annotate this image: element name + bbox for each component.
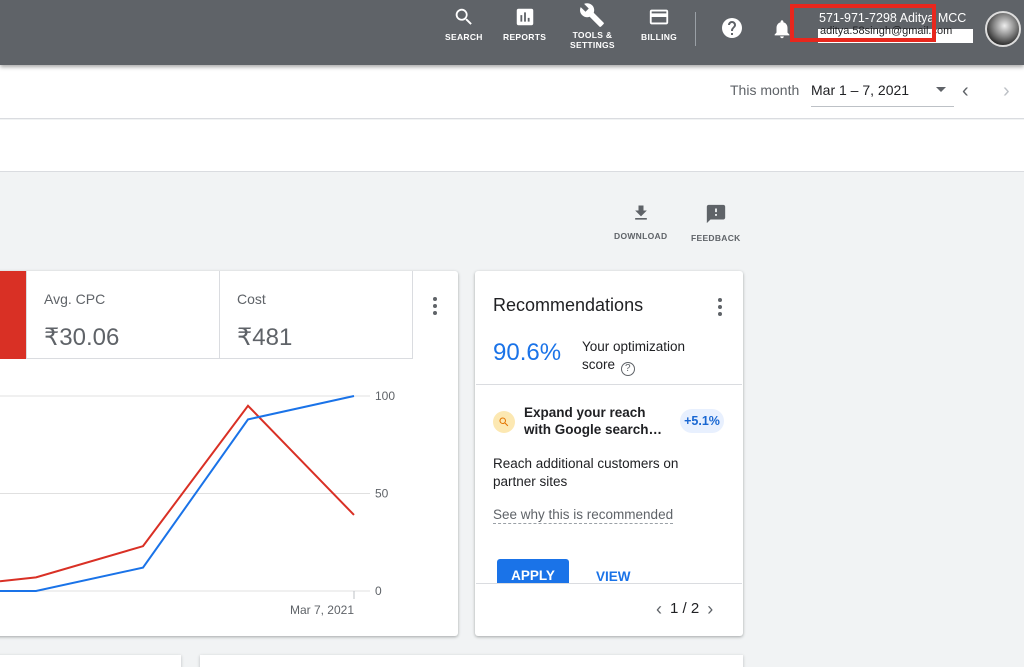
help-circle-icon[interactable]: ?: [620, 362, 635, 376]
recommendations-more-options-icon[interactable]: [718, 298, 722, 316]
apply-button[interactable]: APPLY: [497, 559, 569, 583]
help-button[interactable]: [720, 16, 744, 45]
search-icon: [455, 8, 472, 25]
feedback-label: FEEDBACK: [691, 233, 741, 243]
y-tick-label: 0: [375, 584, 382, 598]
metric-label: Cost: [237, 291, 266, 307]
chevron-left-icon[interactable]: ‹: [656, 600, 662, 618]
tools-settings-button[interactable]: TOOLS & SETTINGS: [570, 2, 615, 50]
selected-metric-indicator[interactable]: [0, 271, 27, 359]
tools-label-line1: TOOLS &: [572, 30, 613, 40]
optimization-score: 90.6%: [493, 339, 562, 366]
filter-bar: [0, 120, 1024, 172]
date-picker-underline: [811, 106, 954, 107]
recommendation-title: Expand your reach with Google search…: [524, 405, 663, 437]
metric-tile-avg-cpc[interactable]: Avg. CPC ₹30.06: [26, 271, 220, 359]
uplift-badge: +5.1%: [680, 409, 724, 433]
bottom-card: [200, 655, 743, 667]
chart-more-options-icon[interactable]: [433, 297, 437, 315]
help-icon: [722, 18, 742, 38]
see-why-link[interactable]: See why this is recommended: [493, 507, 674, 524]
reports-button[interactable]: REPORTS: [503, 6, 546, 42]
y-tick-label: 50: [375, 487, 389, 501]
credit-card-icon: [649, 9, 669, 25]
divider: [476, 384, 742, 385]
recommendations-pager: ‹ 1 / 2 ›: [656, 600, 713, 618]
date-range-label: This month: [730, 82, 800, 98]
pager-text: 1 / 2: [670, 600, 700, 617]
divider: [476, 583, 742, 584]
line-chart: 100 50 0 Mar 7, 2021: [0, 389, 395, 617]
tools-settings-label: TOOLS & SETTINGS: [570, 30, 615, 50]
bottom-card: [0, 655, 181, 667]
metric-value: ₹481: [237, 324, 293, 351]
previous-period-button[interactable]: ‹: [962, 80, 969, 102]
view-button[interactable]: VIEW: [596, 569, 631, 584]
highlight-box: [790, 4, 936, 42]
next-period-button[interactable]: ›: [1003, 80, 1010, 102]
download-icon: [634, 205, 647, 220]
optimization-score-label: Your optimization score ?: [582, 338, 712, 376]
wrench-icon: [580, 3, 605, 27]
billing-label: BILLING: [641, 32, 678, 42]
search-button[interactable]: SEARCH: [445, 6, 483, 42]
bar-chart-icon: [516, 8, 533, 26]
recommendations-title: Recommendations: [493, 295, 644, 315]
chevron-left-icon: ‹: [962, 80, 969, 102]
toolbar-divider: [695, 12, 696, 46]
recommendation-description: Reach additional customers on partner si…: [493, 456, 679, 489]
feedback-icon: [706, 204, 725, 224]
metric-value: ₹30.06: [44, 324, 120, 351]
reports-label: REPORTS: [503, 32, 547, 42]
tools-label-line2: SETTINGS: [570, 40, 615, 50]
top-navigation-bar: SEARCH REPORTS TOOLS & SETTINGS BILLING 5…: [0, 0, 1024, 65]
download-button[interactable]: DOWNLOAD: [614, 203, 667, 241]
feedback-button[interactable]: FEEDBACK: [691, 203, 741, 243]
billing-button[interactable]: BILLING: [641, 6, 677, 42]
chevron-right-icon: ›: [1003, 80, 1010, 102]
search-icon: [493, 411, 515, 433]
chevron-right-icon[interactable]: ›: [707, 600, 713, 618]
metric-label: Avg. CPC: [44, 291, 106, 307]
search-label: SEARCH: [445, 32, 483, 42]
y-tick-label: 100: [375, 389, 395, 403]
dropdown-arrow-icon[interactable]: [936, 87, 946, 92]
avatar[interactable]: [985, 11, 1021, 47]
download-label: DOWNLOAD: [614, 231, 668, 241]
date-range-picker[interactable]: Mar 1 – 7, 2021: [811, 82, 909, 98]
x-tick-label: Mar 7, 2021: [290, 603, 354, 617]
metric-tile-cost[interactable]: Cost ₹481: [219, 271, 413, 359]
